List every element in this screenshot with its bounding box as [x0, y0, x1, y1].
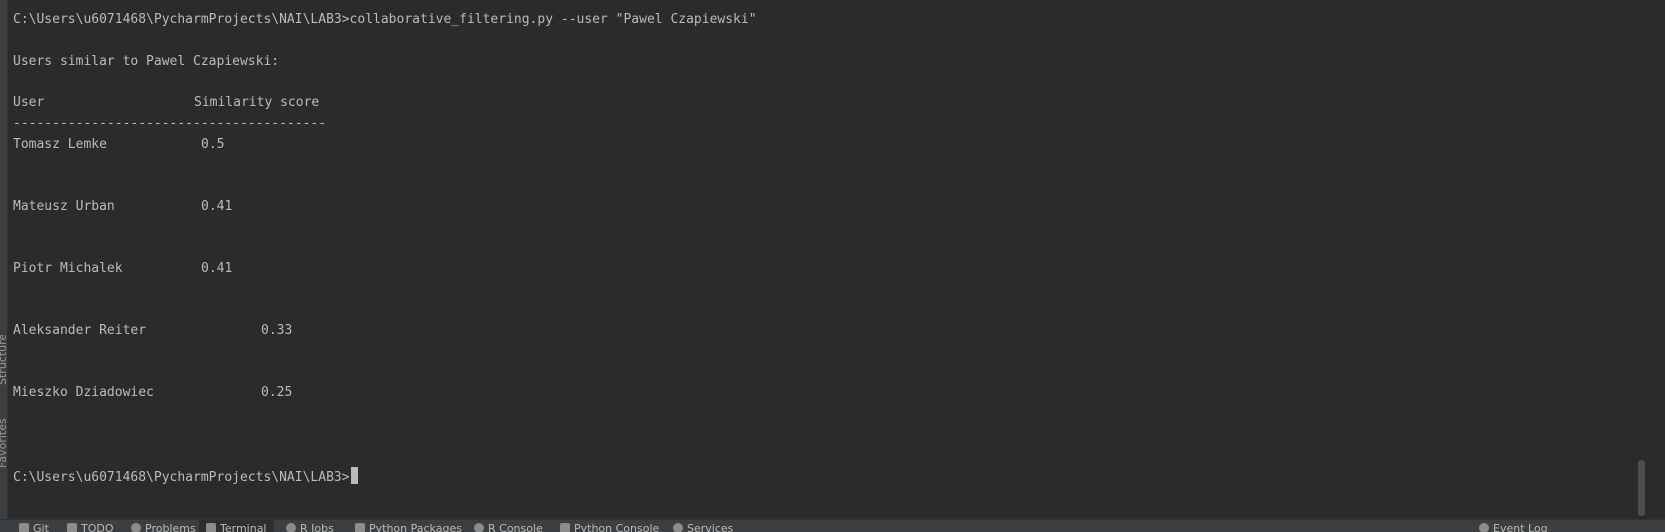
r-jobs-icon	[286, 523, 296, 532]
tab-event-log-label: Event Log	[1493, 522, 1548, 532]
tab-r-jobs-label: R Jobs	[300, 522, 334, 532]
results-heading: Users similar to Pawel Czapiewski:	[13, 54, 280, 69]
scrollbar-thumb[interactable]	[1638, 460, 1645, 516]
tab-python-packages-label: Python Packages	[369, 522, 462, 532]
list-icon	[67, 523, 77, 532]
prompt-text: C:\Users\u6071468\PycharmProjects\NAI\LA…	[13, 470, 350, 485]
row-user: Mateusz Urban	[13, 199, 115, 214]
tab-python-console-label: Python Console	[574, 522, 660, 532]
tab-r-console[interactable]: R Console	[467, 522, 550, 532]
tab-services-label: Services	[687, 522, 734, 532]
tab-r-console-label: R Console	[488, 522, 543, 532]
tool-window-bar: Git TODO Problems Terminal R Jobs Python…	[0, 519, 1665, 532]
tab-python-packages[interactable]: Python Packages	[348, 522, 469, 532]
python-console-icon	[560, 523, 570, 532]
column-header-user: User	[13, 95, 45, 110]
row-score: 0.25	[261, 385, 293, 400]
left-tool-strip: Structure Favorites	[0, 0, 9, 519]
prompt-line[interactable]: C:\Users\u6071468\PycharmProjects\NAI\LA…	[13, 467, 358, 486]
git-branch-icon	[19, 523, 29, 532]
packages-icon	[355, 523, 365, 532]
row-user: Tomasz Lemke	[13, 137, 107, 152]
tab-terminal-label: Terminal	[220, 522, 267, 532]
tab-event-log[interactable]: Event Log	[1472, 522, 1555, 532]
terminal-output[interactable]: C:\Users\u6071468\PycharmProjects\NAI\LA…	[8, 0, 1648, 519]
tab-r-jobs[interactable]: R Jobs	[279, 522, 341, 532]
row-score: 0.33	[261, 323, 293, 338]
tab-todo[interactable]: TODO	[60, 522, 121, 532]
row-user: Mieszko Dziadowiec	[13, 385, 154, 400]
tab-python-console[interactable]: Python Console	[553, 522, 666, 532]
row-score: 0.41	[201, 261, 233, 276]
services-icon	[673, 523, 683, 532]
command-line: C:\Users\u6071468\PycharmProjects\NAI\LA…	[13, 12, 757, 27]
row-score: 0.5	[201, 137, 225, 152]
row-score: 0.41	[201, 199, 233, 214]
tab-git[interactable]: Git	[12, 522, 56, 532]
tab-terminal[interactable]: Terminal	[199, 520, 274, 532]
r-console-icon	[474, 523, 484, 532]
column-header-similarity: Similarity score	[194, 95, 320, 110]
tab-problems-label: Problems	[145, 522, 196, 532]
problems-icon	[131, 523, 141, 532]
tab-services[interactable]: Services	[666, 522, 740, 532]
event-log-icon	[1479, 523, 1489, 532]
tab-problems[interactable]: Problems	[124, 522, 203, 532]
tab-git-label: Git	[33, 522, 49, 532]
text-cursor	[350, 467, 358, 484]
vertical-scrollbar[interactable]	[1634, 0, 1648, 519]
row-user: Aleksander Reiter	[13, 323, 147, 338]
tab-todo-label: TODO	[81, 522, 114, 532]
table-separator: ----------------------------------------	[13, 116, 327, 131]
terminal-icon	[206, 523, 216, 532]
row-user: Piotr Michalek	[13, 261, 123, 276]
